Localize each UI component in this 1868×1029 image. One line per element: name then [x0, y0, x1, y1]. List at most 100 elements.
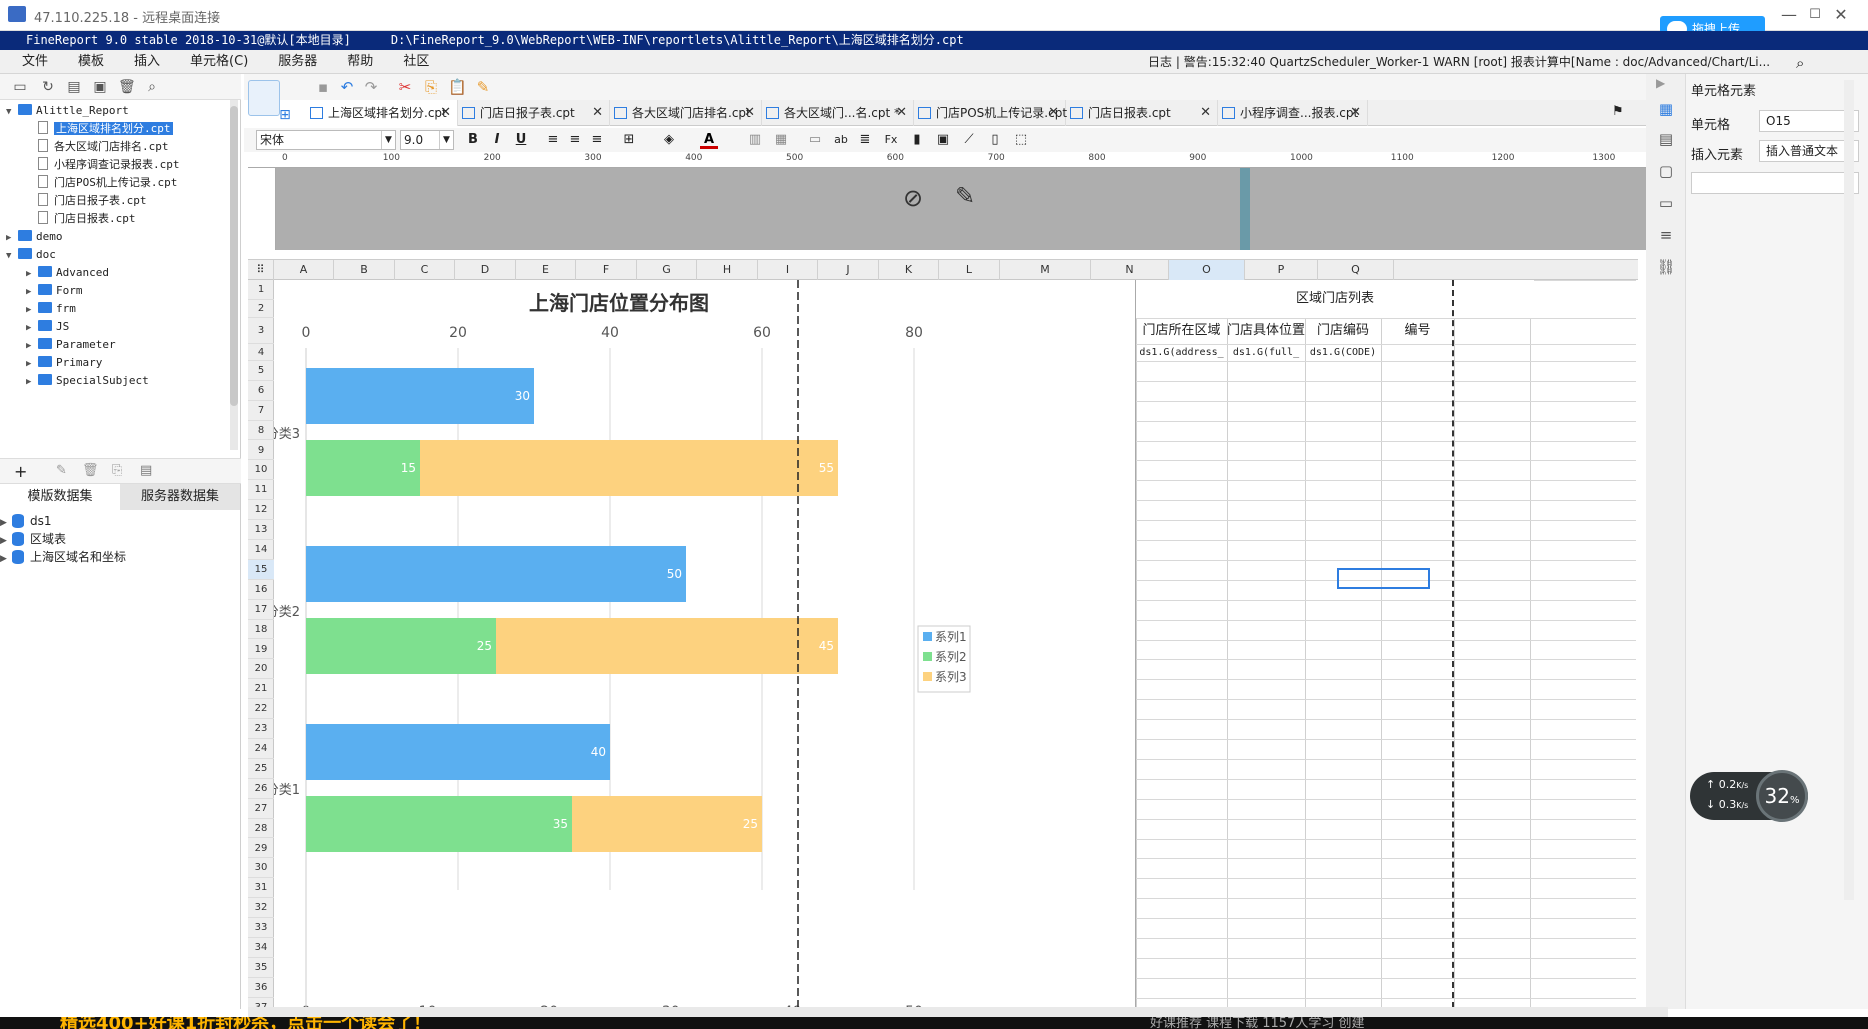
dataset-item[interactable]: ▶ 上海区域名和坐标	[0, 548, 126, 566]
close-tab-icon[interactable]: ✕	[1048, 100, 1059, 126]
tree-file[interactable]: 门店日报子表.cpt	[26, 192, 147, 210]
template-tab[interactable]: 各大区域门...名.cpt * ✕	[762, 100, 914, 126]
tree-file[interactable]: 门店POS机上传记录.cpt	[26, 174, 177, 192]
row-header[interactable]: 30	[248, 858, 274, 879]
menu-server[interactable]: 服务器	[270, 50, 325, 74]
selected-cell[interactable]	[1337, 568, 1430, 589]
tree-folder[interactable]: ▶ demo	[6, 228, 63, 246]
row-header[interactable]: 36	[248, 978, 274, 998]
maximize-icon[interactable]: ☐	[1804, 4, 1826, 26]
row-header[interactable]: 14	[248, 540, 274, 560]
row-header[interactable]: 15	[248, 559, 274, 580]
row-header[interactable]: 22	[248, 699, 274, 720]
column-header[interactable]: Q	[1318, 260, 1394, 280]
tree-folder[interactable]: ▶ frm	[26, 300, 76, 318]
hide-eye-icon[interactable]: ⊘	[903, 184, 935, 212]
row-header[interactable]: 34	[248, 938, 274, 958]
menu-community[interactable]: 社区	[395, 50, 437, 74]
chart-area[interactable]: 上海门店位置分布图02040608001020304050301555分类350…	[266, 280, 1136, 1007]
expand-arrow-icon[interactable]: ▶	[26, 319, 38, 337]
row-header[interactable]: 21	[248, 679, 274, 700]
template-tab[interactable]: 小程序调查...报表.cpt ✕	[1218, 100, 1368, 126]
column-header[interactable]: J	[818, 260, 879, 280]
tree-folder[interactable]: ▶ Primary	[26, 354, 102, 372]
float-element-icon[interactable]: ▢	[1656, 162, 1676, 182]
undo-icon[interactable]: ↶	[338, 78, 356, 96]
row-header[interactable]: 27	[248, 799, 274, 819]
row-header[interactable]: 5	[248, 361, 274, 381]
cell-attr-icon[interactable]: ▤	[1656, 130, 1676, 150]
tree-folder[interactable]: ▶ Parameter	[26, 336, 116, 354]
expand-arrow-icon[interactable]: ▶	[26, 373, 38, 391]
horizontal-scrollbar[interactable]	[248, 1007, 1668, 1017]
tab-menu-icon[interactable]: ⚑	[1612, 104, 1632, 119]
log-bar[interactable]: 日志 | 警告:15:32:40 QuartzScheduler_Worker-…	[1148, 50, 1788, 74]
close-tab-icon[interactable]: ✕	[744, 100, 755, 126]
delete-icon[interactable]: 🗑	[118, 79, 136, 95]
formula-icon[interactable]: Fx	[882, 131, 900, 149]
column-header[interactable]: F	[576, 260, 637, 280]
row-header[interactable]: 4	[248, 344, 274, 361]
column-header[interactable]: B	[334, 260, 395, 280]
row-header[interactable]: 3	[248, 318, 274, 344]
tree-scrollbar[interactable]	[230, 100, 238, 450]
column-header[interactable]: K	[879, 260, 939, 280]
tree-folder[interactable]: ▶ SpecialSubject	[26, 372, 149, 390]
select-all-corner[interactable]: ⠿	[248, 260, 274, 280]
row-header[interactable]: 29	[248, 839, 274, 859]
minimize-icon[interactable]: —	[1778, 4, 1800, 26]
formula-cell[interactable]: ds1.G(CODE)	[1305, 344, 1381, 361]
row-header[interactable]: 19	[248, 640, 274, 660]
row-header[interactable]: 10	[248, 460, 274, 481]
close-tab-icon[interactable]: ✕	[440, 100, 451, 126]
widget-settings-icon[interactable]: ▭	[1656, 194, 1676, 214]
font-select[interactable]: 宋体 ▼	[256, 130, 396, 150]
cell-content-input[interactable]	[1691, 172, 1859, 194]
menu-insert[interactable]: 插入	[126, 50, 168, 74]
close-icon[interactable]: ✕	[1830, 4, 1852, 26]
row-header[interactable]: 7	[248, 401, 274, 421]
expand-arrow-icon[interactable]: ▼	[6, 103, 18, 121]
formula-cell[interactable]	[1381, 344, 1454, 361]
row-header[interactable]: 35	[248, 958, 274, 978]
text-icon[interactable]: ab	[832, 131, 850, 149]
tree-file[interactable]: 小程序调查记录报表.cpt	[26, 156, 180, 174]
condition-icon[interactable]: ≡	[1656, 226, 1676, 246]
align-right-icon[interactable]: ≡	[588, 131, 606, 149]
column-header[interactable]: L	[939, 260, 1000, 280]
italic-icon[interactable]: I	[488, 131, 506, 149]
formula-cell[interactable]: ds1.G(full_	[1227, 344, 1305, 361]
row-header[interactable]: 24	[248, 739, 274, 759]
dataset-item[interactable]: ▶ 区域表	[0, 530, 66, 548]
tree-file[interactable]: 门店日报表.cpt	[26, 210, 136, 228]
tree-folder[interactable]: ▶ Advanced	[26, 264, 109, 282]
expand-arrow-icon[interactable]: ▶	[26, 265, 38, 283]
menu-help[interactable]: 帮助	[339, 50, 381, 74]
chart-icon[interactable]: ▮	[908, 131, 926, 149]
row-header[interactable]: 8	[248, 421, 274, 441]
paste-icon[interactable]: 📋	[448, 78, 467, 96]
row-header[interactable]: 1	[248, 280, 274, 300]
edit-icon[interactable]: ✎	[56, 463, 67, 478]
expand-arrow-icon[interactable]: ▶	[26, 337, 38, 355]
tab-server-dataset[interactable]: 服务器数据集	[120, 484, 240, 510]
template-tab[interactable]: 各大区域门店排名.cpt ✕	[610, 100, 762, 126]
align-center-icon[interactable]: ≡	[566, 131, 584, 149]
tree-folder[interactable]: ▼ doc	[6, 246, 56, 264]
row-header[interactable]: 32	[248, 898, 274, 919]
expand-arrow-icon[interactable]: ▶	[26, 283, 38, 301]
font-color-icon[interactable]: A	[700, 131, 718, 149]
subreport-icon[interactable]: ▯	[986, 131, 1004, 149]
row-header[interactable]: 23	[248, 719, 274, 739]
column-header[interactable]: N	[1091, 260, 1169, 280]
search-icon[interactable]: ⌕	[1796, 54, 1812, 72]
redo-icon[interactable]: ↷	[362, 78, 380, 96]
slash-icon[interactable]: ⟋	[960, 131, 978, 149]
font-size-select[interactable]: 9.0 ▼	[400, 130, 454, 150]
column-header[interactable]: O	[1169, 260, 1245, 280]
row-header[interactable]: 9	[248, 441, 274, 461]
tree-folder[interactable]: ▼ Alittle_Report	[6, 102, 129, 120]
cut-icon[interactable]: ✂	[396, 78, 414, 96]
close-tab-icon[interactable]: ✕	[1350, 100, 1361, 126]
richtext-icon[interactable]: ≣	[856, 131, 874, 149]
